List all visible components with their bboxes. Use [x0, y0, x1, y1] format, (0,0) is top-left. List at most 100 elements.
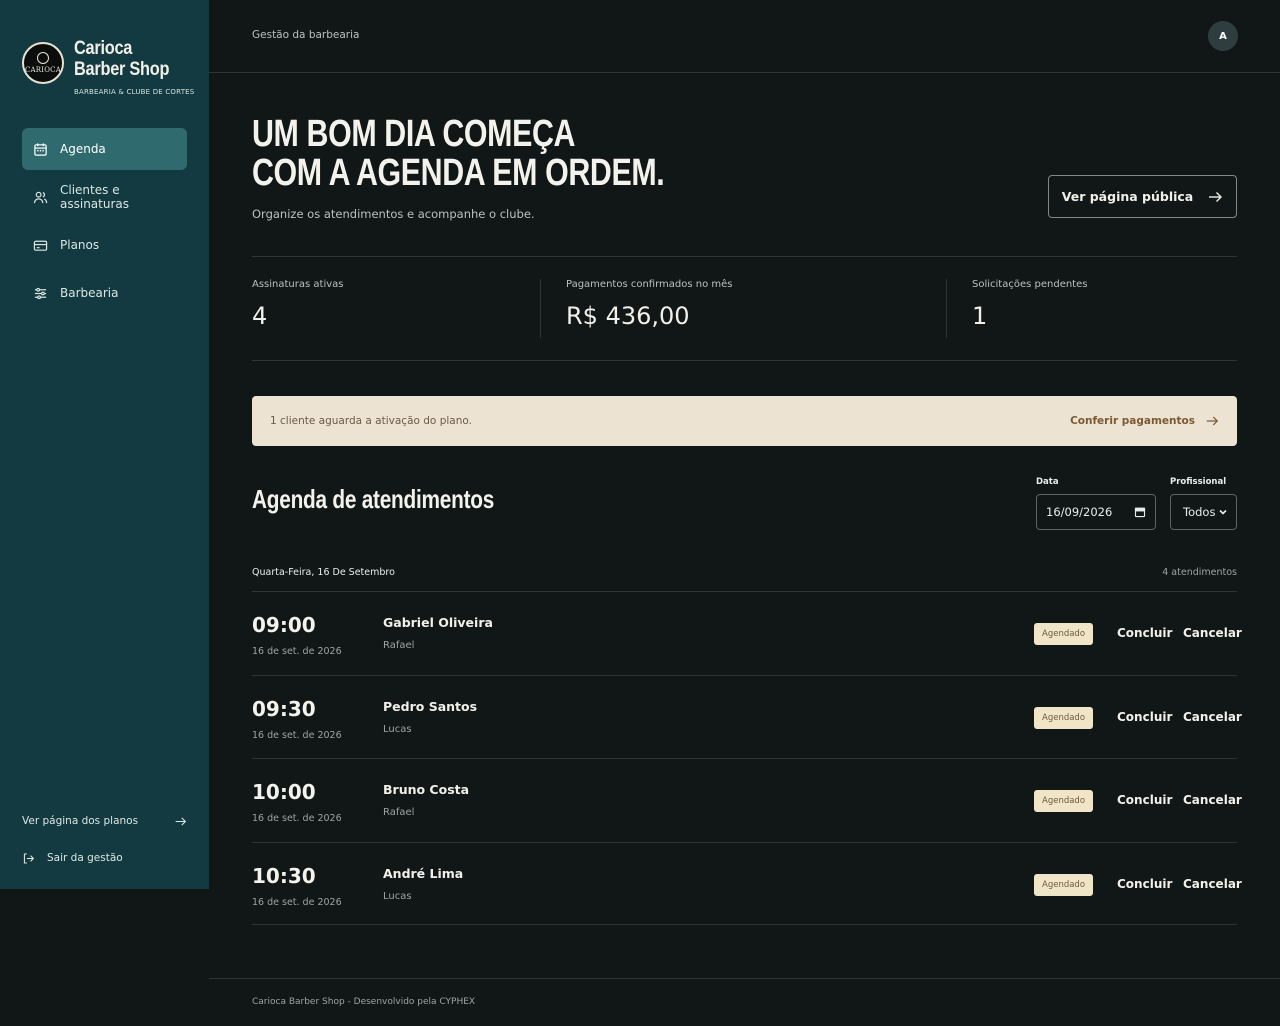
- credit-card-icon: [33, 240, 48, 251]
- divider: [946, 279, 947, 338]
- cancel-button[interactable]: Cancelar: [1183, 877, 1242, 891]
- sidebar: CARIOCA Carioca Barber Shop BARBEARIA & …: [0, 0, 209, 889]
- arrow-right-icon: [1206, 416, 1219, 426]
- client-name: André Lima: [383, 865, 464, 881]
- schedule-title: Agenda de atendimentos: [252, 484, 495, 514]
- professional-select[interactable]: Todos: [1170, 494, 1237, 530]
- sidebar-item-label: Planos: [60, 238, 100, 252]
- hero-subtitle: Organize os atendimentos e acompanhe o c…: [252, 207, 535, 221]
- professional-name: Lucas: [383, 723, 412, 735]
- brand[interactable]: CARIOCA Carioca Barber Shop BARBEARIA & …: [22, 38, 204, 96]
- sidebar-item-clientes[interactable]: Clientes e assinaturas: [22, 176, 187, 218]
- appointment-list: 09:00 16 de set. de 2026 Gabriel Oliveir…: [252, 591, 1242, 925]
- sidebar-item-barbearia[interactable]: Barbearia: [22, 272, 187, 314]
- professional-select-value: Todos: [1183, 505, 1216, 519]
- sliders-icon: [34, 287, 47, 299]
- status-badge: Agendado: [1034, 873, 1094, 896]
- stat-label: Solicitações pendentes: [972, 279, 1088, 290]
- sidebar-item-label: Barbearia: [60, 286, 119, 300]
- pending-activation-notice: 1 cliente aguarda a ativação do plano. C…: [252, 396, 1237, 446]
- calendar-icon: [1134, 507, 1146, 518]
- logout-label: Sair da gestão: [47, 852, 123, 864]
- barber-pole-icon: [37, 52, 49, 64]
- date-input[interactable]: 16/09/2026: [1036, 494, 1156, 530]
- cancel-button[interactable]: Cancelar: [1183, 626, 1242, 640]
- day-label: Quarta-Feira, 16 De Setembro: [252, 567, 395, 578]
- conclude-button[interactable]: Concluir: [1117, 877, 1172, 891]
- appointment-row: 10:30 16 de set. de 2026 André Lima Luca…: [252, 841, 1242, 925]
- cancel-button[interactable]: Cancelar: [1183, 793, 1242, 807]
- sidebar-item-agenda[interactable]: Agenda: [22, 128, 187, 170]
- conclude-button[interactable]: Concluir: [1117, 710, 1172, 724]
- stat-value: R$ 436,00: [566, 302, 690, 330]
- hero-title: UM BOM DIA COMEÇA COM A AGENDA EM ORDEM.: [252, 113, 665, 194]
- stat-value: 4: [252, 302, 268, 330]
- brand-subtitle: BARBEARIA & CLUBE DE CORTES: [74, 88, 195, 96]
- sidebar-nav: Agenda Clientes e assinaturas Planos Bar…: [22, 128, 187, 320]
- professional-name: Rafael: [383, 640, 415, 651]
- logo-text: CARIOCA: [25, 66, 61, 74]
- notice-text: 1 cliente aguarda a ativação do plano.: [270, 415, 472, 427]
- divider: [540, 279, 541, 338]
- appointment-count: 4 atendimentos: [1162, 567, 1237, 578]
- status-badge: Agendado: [1034, 706, 1094, 729]
- plans-page-link-label: Ver página dos planos: [22, 815, 139, 827]
- stat-active-subscriptions: Assinaturas ativas 4: [252, 279, 343, 330]
- divider: [252, 360, 1237, 361]
- avatar[interactable]: A: [1208, 21, 1238, 51]
- sidebar-item-label: Clientes e assinaturas: [60, 183, 129, 211]
- status-badge: Agendado: [1034, 623, 1094, 645]
- professional-name: Rafael: [383, 807, 415, 818]
- page-section-title: Gestão da barbearia: [252, 29, 360, 41]
- chevron-down-icon: [1219, 509, 1227, 515]
- sidebar-footer: Ver página dos planos Sair da gestão: [22, 810, 187, 869]
- footer-text: Carioca Barber Shop - Desenvolvido pela …: [252, 997, 476, 1007]
- conclude-button[interactable]: Concluir: [1117, 626, 1172, 640]
- client-name: Bruno Costa: [383, 782, 470, 797]
- professional-filter-label: Profissional: [1170, 477, 1227, 487]
- calendar-icon: [34, 142, 47, 156]
- appointment-row: 09:00 16 de set. de 2026 Gabriel Oliveir…: [252, 591, 1242, 675]
- date-filter-label: Data: [1036, 477, 1059, 487]
- appointment-row: 09:30 16 de set. de 2026 Pedro Santos Lu…: [252, 674, 1242, 759]
- stat-value: 1: [972, 302, 988, 330]
- arrow-right-icon: [1209, 191, 1223, 202]
- appointment-time: 10:00: [252, 780, 316, 804]
- appointment-row: 10:00 16 de set. de 2026 Bruno Costa Raf…: [252, 758, 1242, 842]
- topbar: Gestão da barbearia A: [209, 0, 1280, 73]
- brand-logo: CARIOCA: [22, 42, 64, 84]
- client-name: Gabriel Oliveira: [383, 615, 493, 630]
- appointment-time: 10:30: [252, 863, 316, 888]
- brand-text: Carioca Barber Shop BARBEARIA & CLUBE DE…: [74, 38, 204, 96]
- plans-page-link[interactable]: Ver página dos planos: [22, 810, 187, 832]
- check-payments-label: Conferir pagamentos: [1070, 415, 1195, 427]
- stat-pending-requests: Solicitações pendentes 1: [972, 279, 1087, 330]
- appointment-time: 09:00: [252, 613, 316, 637]
- sidebar-item-planos[interactable]: Planos: [22, 224, 187, 266]
- public-page-button-label: Ver página pública: [1061, 189, 1194, 204]
- cancel-button[interactable]: Cancelar: [1183, 710, 1242, 724]
- appointment-date: 16 de set. de 2026: [252, 813, 342, 824]
- arrow-right-icon: [175, 816, 187, 826]
- logout-icon: [23, 853, 35, 863]
- logout-link[interactable]: Sair da gestão: [22, 847, 187, 869]
- stat-label: Pagamentos confirmados no mês: [566, 279, 733, 290]
- appointment-date: 16 de set. de 2026: [252, 729, 342, 741]
- check-payments-link[interactable]: Conferir pagamentos: [1070, 414, 1219, 428]
- client-name: Pedro Santos: [383, 698, 478, 714]
- divider: [252, 256, 1237, 257]
- appointment-time: 09:30: [252, 696, 316, 721]
- date-input-value: 16/09/2026: [1046, 505, 1113, 519]
- appointment-date: 16 de set. de 2026: [252, 646, 342, 657]
- stat-confirmed-payments: Pagamentos confirmados no mês R$ 436,00: [566, 279, 733, 330]
- divider: [209, 978, 1280, 979]
- sidebar-item-label: Agenda: [60, 142, 106, 156]
- appointment-date: 16 de set. de 2026: [252, 896, 342, 908]
- status-badge: Agendado: [1034, 790, 1094, 812]
- brand-name: Carioca Barber Shop: [74, 38, 170, 80]
- stat-label: Assinaturas ativas: [252, 279, 344, 290]
- professional-name: Lucas: [383, 890, 412, 902]
- conclude-button[interactable]: Concluir: [1117, 793, 1172, 807]
- public-page-button[interactable]: Ver página pública: [1048, 175, 1237, 218]
- users-icon: [33, 191, 48, 203]
